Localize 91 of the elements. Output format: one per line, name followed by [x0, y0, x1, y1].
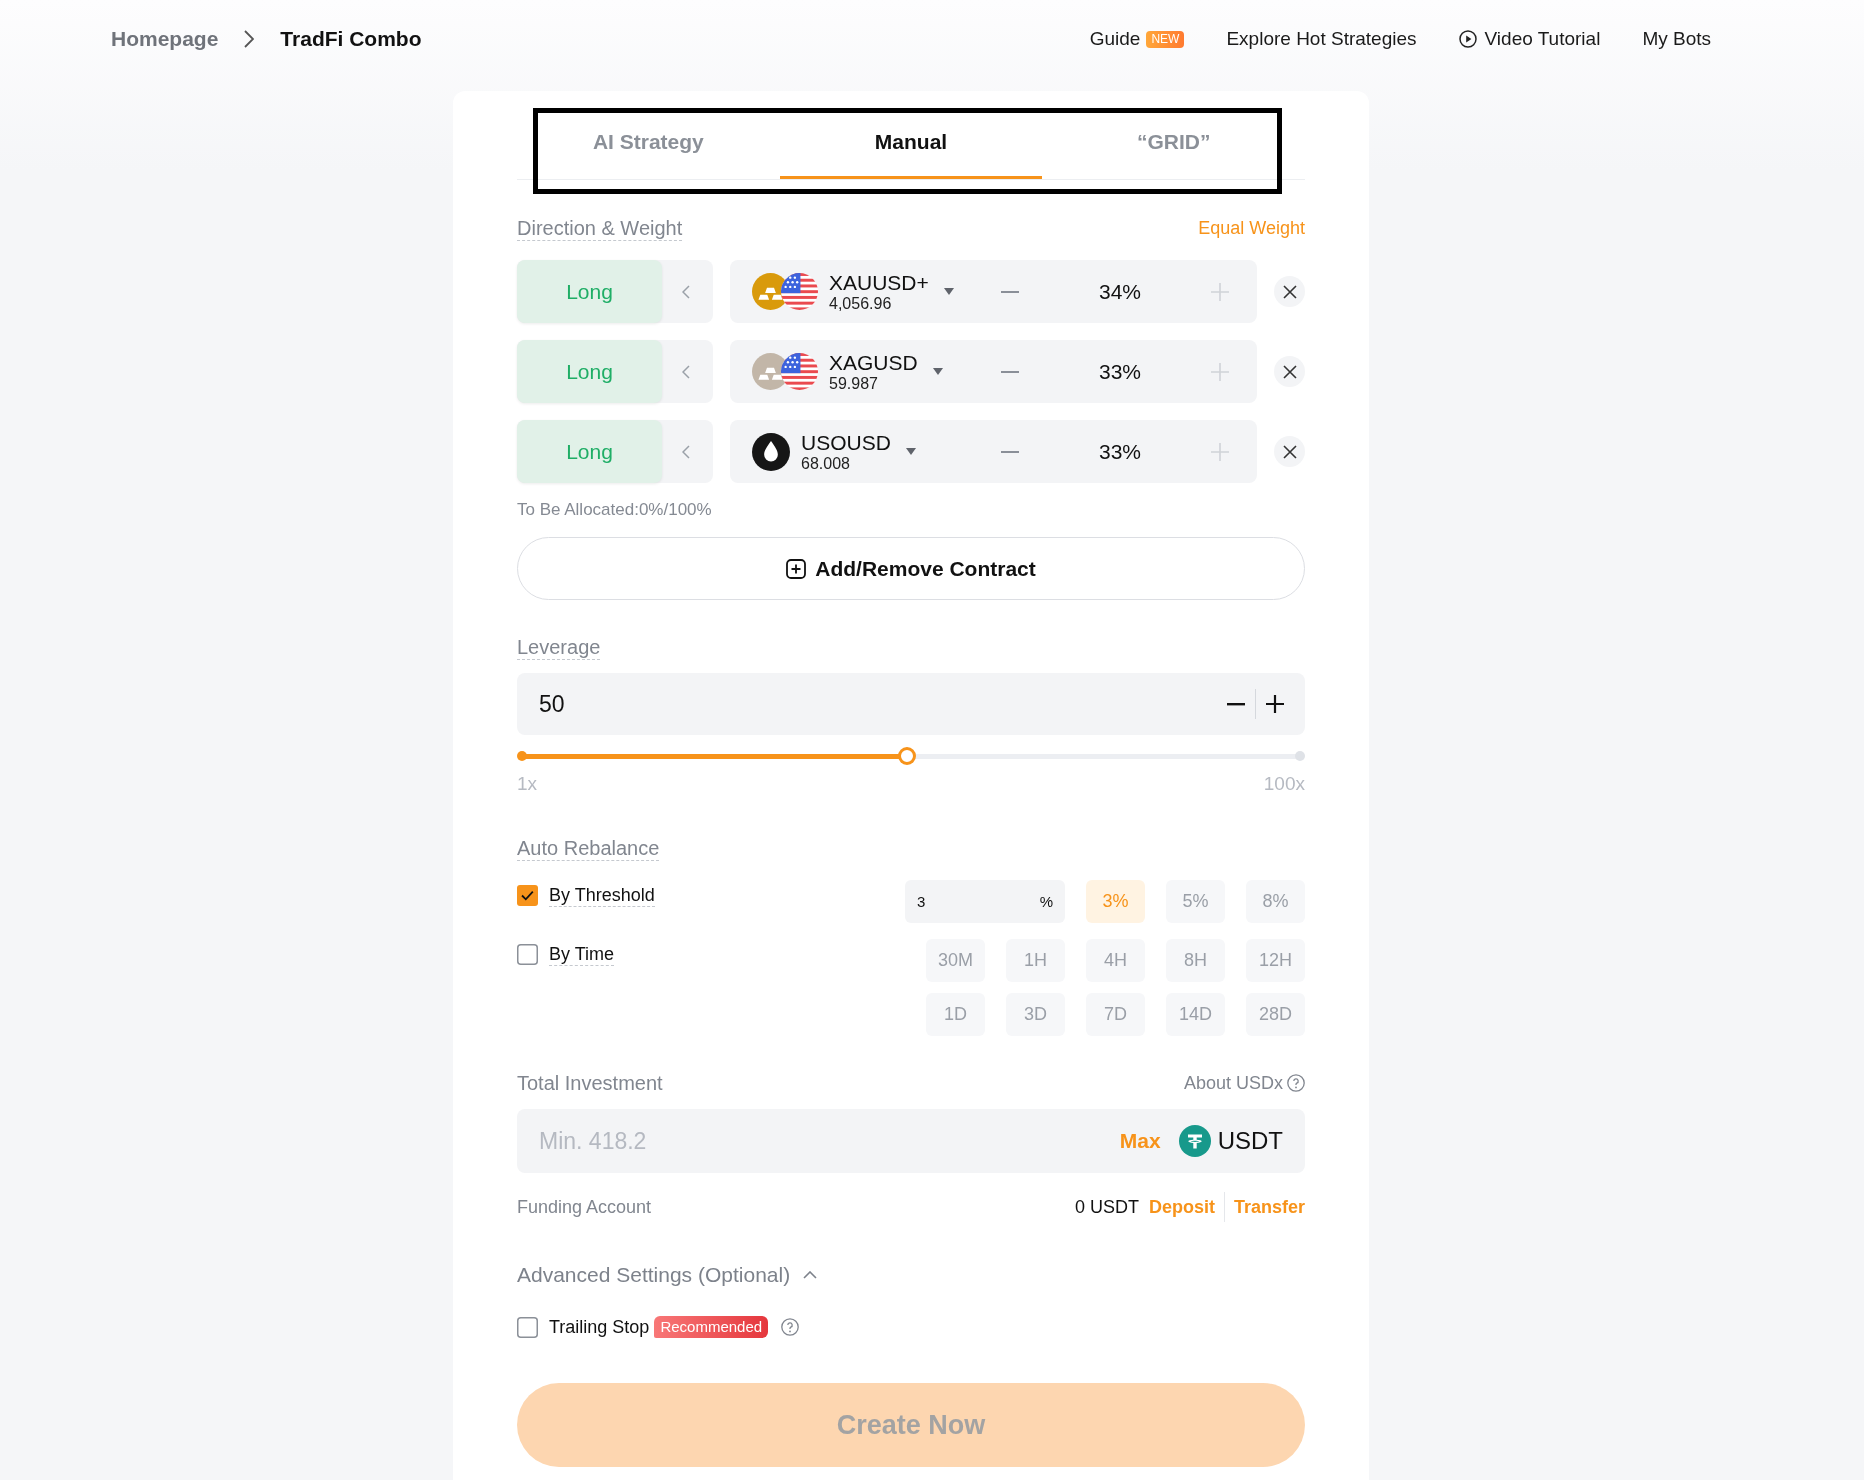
- balance-text: 0 USDT: [1074, 1196, 1139, 1218]
- section-label: Direction & Weight: [517, 215, 683, 241]
- checkbox[interactable]: [517, 884, 538, 906]
- nav-link[interactable]: Guide NEW: [1089, 28, 1185, 50]
- section-label: Auto Rebalance: [517, 835, 660, 861]
- equal-weight-link[interactable]: Equal Weight: [1198, 217, 1305, 239]
- chevron-left-icon[interactable]: [682, 444, 690, 459]
- transfer-link[interactable]: Transfer: [1233, 1196, 1305, 1218]
- plus-square-icon: [786, 558, 807, 579]
- section-label: Leverage: [517, 634, 601, 660]
- remove-button[interactable]: [1274, 356, 1305, 387]
- threshold-option[interactable]: 5%: [1166, 880, 1225, 923]
- checkbox[interactable]: [517, 943, 538, 965]
- range-label: 100x: [1263, 773, 1305, 795]
- option-label: Trailing Stop: [549, 1316, 650, 1338]
- interval-option[interactable]: 30M: [926, 939, 985, 982]
- tab[interactable]: Manual: [779, 110, 1043, 179]
- remove-button[interactable]: [1274, 276, 1305, 307]
- interval-option[interactable]: 14D: [1166, 993, 1225, 1036]
- symbol-name: USOUSD: [801, 430, 891, 455]
- section-label: Total Investment: [517, 1071, 663, 1095]
- checkbox[interactable]: [517, 1316, 538, 1338]
- interval-option[interactable]: 3D: [1006, 993, 1065, 1036]
- help-icon[interactable]: [1287, 1074, 1305, 1092]
- currency-label: USDT: [1217, 1127, 1283, 1155]
- threshold-option[interactable]: 3%: [1086, 880, 1145, 923]
- symbol-name: XAUUSD+: [829, 270, 929, 295]
- track-dot-icon: [1295, 751, 1305, 761]
- symbol-price: 4,056.96: [829, 294, 893, 313]
- remove-button[interactable]: [1274, 436, 1305, 467]
- advanced-settings-toggle[interactable]: Advanced Settings (Optional): [517, 1262, 818, 1288]
- us-flag-icon: [781, 353, 818, 390]
- drop-icon: [752, 432, 790, 471]
- funding-label: Funding Account: [517, 1196, 652, 1218]
- help-icon[interactable]: [781, 1318, 800, 1336]
- interval-option[interactable]: 28D: [1246, 993, 1305, 1036]
- us-flag-icon: [781, 273, 818, 310]
- about-link[interactable]: About USDx: [1183, 1072, 1283, 1094]
- threshold-option[interactable]: 8%: [1246, 880, 1305, 923]
- interval-option[interactable]: 1D: [926, 993, 985, 1036]
- slider-thumb[interactable]: [898, 747, 917, 765]
- leverage-field[interactable]: 50: [517, 673, 1305, 735]
- max-button[interactable]: Max: [1119, 1129, 1161, 1153]
- interval-option[interactable]: 1H: [1006, 939, 1065, 982]
- tab[interactable]: AI Strategy: [517, 110, 780, 179]
- leverage-value: 50: [539, 690, 565, 718]
- direction-button[interactable]: Long: [517, 340, 662, 403]
- chevron-left-icon[interactable]: [682, 284, 690, 299]
- interval-option[interactable]: 7D: [1086, 993, 1145, 1036]
- interval-option[interactable]: 4H: [1086, 939, 1145, 982]
- minus-icon[interactable]: [1227, 702, 1245, 706]
- close-icon: [1282, 284, 1297, 299]
- option-label: By Threshold: [549, 883, 655, 907]
- threshold-field[interactable]: 3 %: [905, 880, 1065, 923]
- weight-value: 33%: [1099, 359, 1141, 384]
- interval-option[interactable]: 8H: [1166, 939, 1225, 982]
- play-circle-icon: [1458, 30, 1477, 48]
- nav-link[interactable]: My Bots: [1642, 28, 1711, 50]
- unit-label: %: [1039, 893, 1053, 910]
- breadcrumb-item[interactable]: TradFi Combo: [280, 27, 422, 51]
- option-label: By Time: [549, 942, 614, 966]
- interval-option[interactable]: 12H: [1246, 939, 1305, 982]
- new-badge: NEW: [1146, 30, 1185, 48]
- add-remove-button[interactable]: Add/Remove Contract: [517, 537, 1305, 600]
- close-icon: [1282, 444, 1297, 459]
- deposit-link[interactable]: Deposit: [1148, 1196, 1215, 1218]
- tab[interactable]: “GRID”: [1042, 110, 1305, 179]
- recommended-badge: Recommended: [654, 1316, 769, 1338]
- caret-down-icon[interactable]: [943, 288, 954, 295]
- direction-button[interactable]: Long: [517, 420, 662, 483]
- symbol-name: XAGUSD: [829, 350, 918, 375]
- symbol-price: 59.987: [829, 374, 879, 393]
- threshold-value: 3: [917, 893, 926, 910]
- range-label: 1x: [517, 773, 538, 795]
- nav-link[interactable]: Explore Hot Strategies: [1226, 28, 1417, 50]
- investment-field[interactable]: Min. 418.2 Max USDT: [517, 1109, 1305, 1173]
- symbol-price: 68.008: [801, 454, 851, 473]
- weight-value: 33%: [1099, 439, 1141, 464]
- allocation-text: To Be Allocated:0%/100%: [517, 500, 713, 520]
- direction-button[interactable]: Long: [517, 260, 662, 323]
- caret-down-icon[interactable]: [932, 368, 943, 375]
- chevron-right-icon: [244, 30, 255, 48]
- plus-icon[interactable]: [1266, 695, 1284, 713]
- breadcrumb-item[interactable]: Homepage: [111, 27, 219, 51]
- usdt-icon: [1178, 1125, 1211, 1157]
- caret-down-icon[interactable]: [905, 448, 916, 455]
- weight-value: 34%: [1099, 279, 1141, 304]
- amount-input[interactable]: Min. 418.2: [539, 1127, 1120, 1155]
- nav-link[interactable]: Video Tutorial: [1458, 28, 1601, 50]
- chevron-left-icon[interactable]: [682, 364, 690, 379]
- close-icon: [1282, 364, 1297, 379]
